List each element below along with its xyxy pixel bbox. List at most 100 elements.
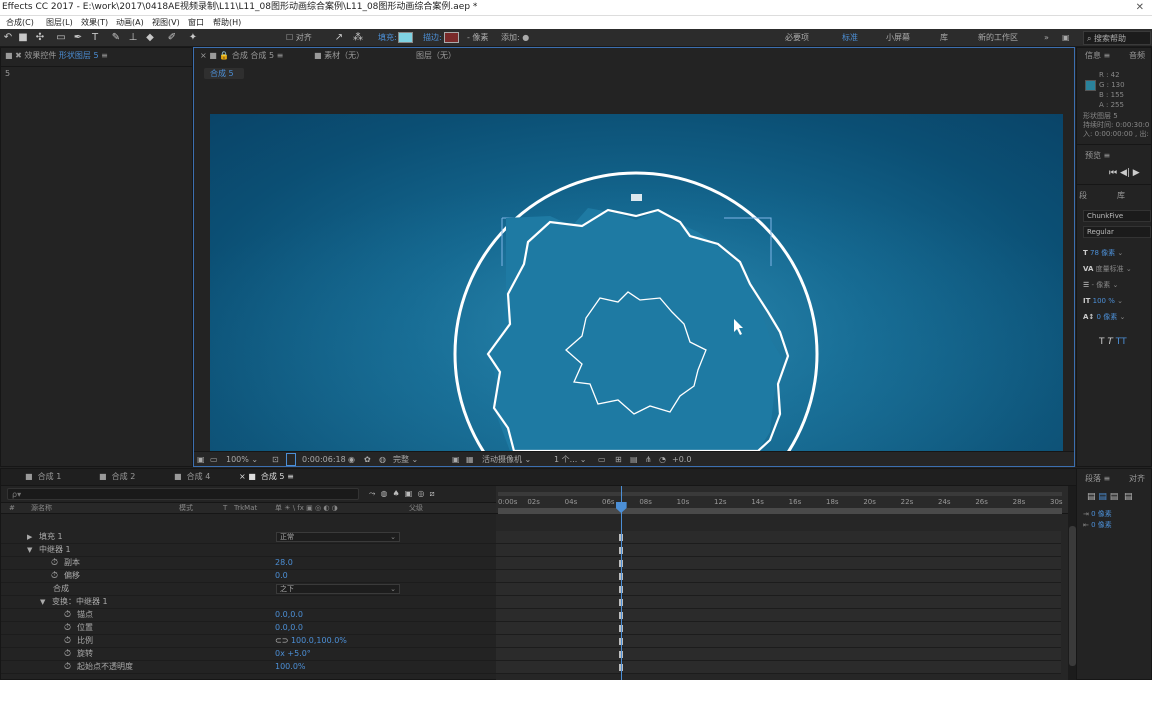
track-row[interactable] [496,544,1061,557]
camera-select[interactable]: 活动摄像机 ⌄ [482,453,546,466]
paragraph-panel-tab[interactable]: 段落 ≡ [1085,473,1110,485]
composite-select[interactable]: 之下 ⌄ [276,584,400,594]
more-workspaces-icon[interactable]: » [1044,31,1049,45]
stopwatch-icon[interactable]: ⏱ [64,635,71,647]
prop-row-copies[interactable]: ⏱ 副本 28.0 [1,557,496,570]
timeline-tab-comp5[interactable]: × ■ 合成 5 ≡ [239,471,294,483]
region-of-interest-icon[interactable] [286,453,296,466]
pan-behind-tool-icon[interactable]: ✣ [34,31,46,45]
monitor-icon[interactable]: ▭ [210,453,218,466]
comp-breadcrumb[interactable]: 合成 5 [204,68,244,79]
track-row[interactable] [496,583,1061,596]
workspace-new[interactable]: 新的工作区 [978,31,1018,45]
add-button[interactable]: 添加: ● [501,31,529,45]
col-source-name[interactable]: 源名称 [31,503,52,514]
exposure-value[interactable]: +0.0 [672,453,691,466]
fast-preview-icon[interactable]: ⊞ [615,453,622,466]
fill-swatch[interactable] [398,31,413,45]
track-row[interactable] [496,609,1061,622]
exposure-icon[interactable]: ◔ [659,453,666,466]
close-icon[interactable]: ✕ [1136,0,1144,15]
current-time-display[interactable]: 0:00:06:18 [302,453,346,466]
effect-controls-tab[interactable]: ■ ✖ 效果控件 形状图层 5 ≡ [5,50,108,62]
transparency-grid-icon[interactable]: ▦ [466,453,474,466]
prop-row-fill[interactable]: ▶ 填充 1 正常 ⌄ [1,531,496,544]
menu-window[interactable]: 窗口 [188,16,204,29]
prop-row-rotation[interactable]: ⏱ 旋转 0x +5.0° [1,648,496,661]
work-area-bar[interactable] [498,492,1062,496]
menu-composition[interactable]: 合成(C) [6,16,34,29]
leading-row[interactable]: ☰ - 像素 ⌄ [1083,277,1132,293]
stopwatch-icon[interactable]: ⏱ [51,570,58,582]
prop-row-start-opacity[interactable]: ⏱ 起始点不透明度 100.0% [1,661,496,674]
track-row[interactable] [496,635,1061,648]
menu-animation[interactable]: 动画(A) [116,16,144,29]
workspace-small-screen[interactable]: 小屏幕 [886,31,910,45]
menu-view[interactable]: 视图(V) [152,16,180,29]
clone-stamp-tool-icon[interactable]: ⊥ [127,31,139,45]
prop-row-composite[interactable]: 合成 之下 ⌄ [1,583,496,596]
collapse-arrow-icon[interactable]: ▼ [40,596,45,608]
prop-row-scale[interactable]: ⏱ 比例 ⊂⊃ 100.0,100.0% [1,635,496,648]
scale-value[interactable]: ⊂⊃ 100.0,100.0% [275,635,347,647]
time-ruler[interactable]: 0:00s 02s 04s 06s 08s 10s 12s 14s 16s 18s 20s 22s 24… [496,486,1068,514]
position-value[interactable]: 0.0,0.0 [275,622,303,634]
grow-icon[interactable]: ▣ [197,453,205,466]
menu-effect[interactable]: 效果(T) [81,16,108,29]
pen-tool-icon[interactable]: ✒ [72,31,84,45]
prop-row-anchor[interactable]: ⏱ 锚点 0.0,0.0 [1,609,496,622]
workspace-libraries[interactable]: 库 [940,31,948,45]
paragraph-tab[interactable]: 段 [1079,190,1087,202]
toggle-view-icon[interactable]: ▭ [598,453,606,466]
layer-tab[interactable]: 图层（无） [416,50,456,62]
eraser-tool-icon[interactable]: ◆ [144,31,156,45]
snap-icon[interactable]: ⁂ [352,31,364,45]
menu-help[interactable]: 帮助(H) [213,16,241,29]
kerning-row[interactable]: VA 度量标准 ⌄ [1083,261,1132,277]
channel-icon[interactable]: ◍ [379,453,386,466]
collapse-arrow-icon[interactable]: ▼ [27,544,32,556]
flowchart-icon[interactable]: ⋔ [645,453,652,466]
stroke-swatch[interactable] [444,31,459,45]
timeline-tab-comp1[interactable]: ■ 合成 1 [25,471,61,483]
search-help-input[interactable]: ⌕ 搜索帮助 [1083,31,1151,45]
indent-left-row[interactable]: ⇥ 0 像素 [1083,509,1112,520]
timeline-search-input[interactable]: ρ▾ [7,488,359,500]
timeline-switch-icons[interactable]: ⤳ ◍ ♠ ▣ ◎ ⧄ [369,488,435,500]
prop-row-repeater[interactable]: ▼ 中继器 1 [1,544,496,557]
stopwatch-icon[interactable]: ⏱ [64,661,71,673]
baseline-row[interactable]: A↕ 0 像素 ⌄ [1083,309,1132,325]
offset-value[interactable]: 0.0 [275,570,288,582]
font-family-select[interactable]: ChunkFive [1083,210,1151,222]
track-row[interactable] [496,570,1061,583]
preview-tab[interactable]: 预览 ≡ [1085,150,1110,162]
workspace-menu-icon[interactable]: ▣ [1062,31,1070,45]
copies-value[interactable]: 28.0 [275,557,293,569]
workspace-standard[interactable]: 标准 [842,31,858,45]
zoom-select[interactable]: 100% ⌄ [226,453,258,466]
fit-icon[interactable]: ⊡ [272,453,279,466]
type-tool-icon[interactable]: T [89,31,101,45]
timeline-tab-comp4[interactable]: ■ 合成 4 [174,471,210,483]
rectangle-tool-icon[interactable]: ▭ [55,31,67,45]
stopwatch-icon[interactable]: ⏱ [64,622,71,634]
time-navigator[interactable] [498,508,1062,514]
comp-tab[interactable]: × ■ 🔒 合成 合成 5 ≡ [200,50,283,62]
paragraph-align-buttons[interactable]: ▤ ▤ ▤ ▤ [1087,491,1132,503]
preview-controls[interactable]: ⏮ ◀| ▶ [1109,167,1140,179]
workspace-essentials[interactable]: 必要项 [785,31,809,45]
blend-mode-select[interactable]: 正常 ⌄ [276,532,400,542]
region-icon[interactable]: ▣ [452,453,460,466]
prop-row-position[interactable]: ⏱ 位置 0.0,0.0 [1,622,496,635]
start-opacity-value[interactable]: 100.0% [275,661,306,673]
stopwatch-icon[interactable]: ⏱ [64,648,71,660]
indent-right-row[interactable]: ⇤ 0 像素 [1083,520,1112,531]
scrollbar-thumb[interactable] [1069,526,1076,666]
vscale-row[interactable]: IT 100 % ⌄ [1083,293,1132,309]
timeline-tab-comp2[interactable]: ■ 合成 2 [99,471,135,483]
views-select[interactable]: 1 个... ⌄ [554,453,594,466]
expand-arrow-icon[interactable]: ▶ [27,531,32,543]
roto-brush-tool-icon[interactable]: ✐ [166,31,178,45]
text-style-buttons[interactable]: T T TT [1099,336,1127,348]
anchor-value[interactable]: 0.0,0.0 [275,609,303,621]
